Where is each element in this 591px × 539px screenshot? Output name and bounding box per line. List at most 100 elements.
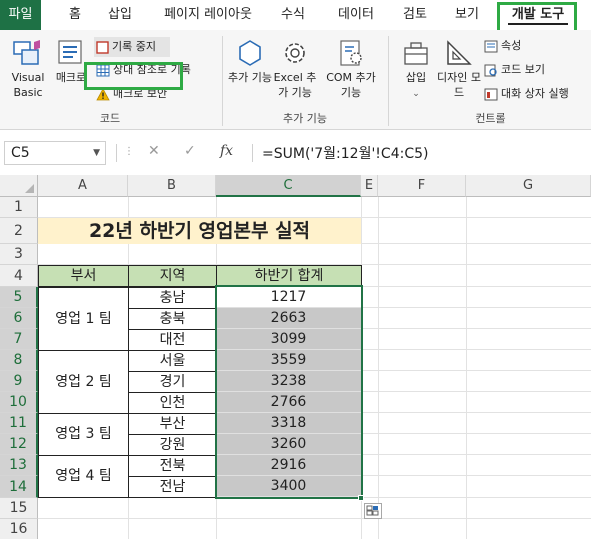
name-box[interactable]: C5 ▼ [4,141,106,165]
row-header[interactable]: 13 [0,455,38,476]
team-cell[interactable]: 영업 4 팀 [38,455,129,498]
view-code-button[interactable]: 코드 보기 [484,60,545,80]
column-header-g[interactable]: G [466,175,591,197]
total-cell[interactable]: 3559 [216,350,361,371]
tab-page-layout[interactable]: 페이지 레이아웃 [158,0,258,30]
excel-addins-button[interactable]: Excel 추가 기능 [270,38,320,100]
total-cell[interactable]: 3400 [216,476,361,497]
total-cell[interactable]: 2766 [216,392,361,413]
row-header[interactable]: 14 [0,476,38,498]
gridline [378,197,379,539]
total-cell[interactable]: 2916 [216,455,361,476]
cancel-icon[interactable]: ✕ [148,143,160,159]
insert-control-button[interactable]: 삽입 ⌄ [396,38,436,102]
header-region[interactable]: 지역 [128,265,217,287]
stop-recording-label: 기록 중지 [112,40,156,53]
row-header[interactable]: 10 [0,392,38,413]
total-cell[interactable]: 3260 [216,434,361,455]
column-header-c[interactable]: C [216,175,361,197]
row-header[interactable]: 7 [0,329,38,350]
view-code-label: 코드 보기 [501,63,545,76]
column-header-b[interactable]: B [128,175,216,197]
row-header[interactable]: 16 [0,519,38,539]
region-cell[interactable]: 충남 [128,287,217,309]
tab-formulas[interactable]: 수식 [276,0,310,30]
row-header[interactable]: 9 [0,371,38,392]
region-cell[interactable]: 충북 [128,308,217,330]
design-mode-label: 디자인 모드 [437,71,481,99]
tab-view[interactable]: 보기 [450,0,484,30]
region-cell[interactable]: 전북 [128,455,217,477]
group-separator [222,36,223,126]
row-header[interactable]: 11 [0,413,38,434]
excel-addins-label: Excel 추가 기능 [273,71,317,99]
row-header[interactable]: 8 [0,350,38,371]
stop-square-icon [96,40,109,54]
formula-separator [252,144,253,162]
visual-basic-icon [13,40,40,65]
team-cell[interactable]: 영업 1 팀 [38,287,129,351]
total-cell[interactable]: 3318 [216,413,361,434]
row-header[interactable]: 15 [0,498,38,519]
tab-data[interactable]: 데이터 [333,0,379,30]
chevron-down-icon: ⌄ [412,89,420,99]
total-cell[interactable]: 3099 [216,329,361,350]
tab-file[interactable]: 파일 [0,0,41,30]
controls-group-label: 컨트롤 [475,112,506,125]
formula-input[interactable]: =SUM('7월:12월'!C4:C5) [262,143,428,163]
properties-button[interactable]: 속성 [484,36,521,56]
run-dialog-label: 대화 상자 실행 [501,87,569,100]
hexagon-icon [239,40,261,66]
enter-check-icon[interactable]: ✓ [184,143,196,159]
active-cell-c5[interactable]: 1217 [216,287,361,308]
row-header[interactable]: 1 [0,197,38,218]
formula-bar: C5 ▼ ⋮ ✕ ✓ fx =SUM('7월:12월'!C4:C5) [0,138,591,168]
column-header-e[interactable]: E [361,175,378,197]
stop-recording-highlight [84,62,183,90]
quick-analysis-button[interactable] [364,503,382,519]
triangle-ruler-icon [447,40,472,65]
tab-home[interactable]: 홈 [60,0,90,30]
row-header[interactable]: 3 [0,244,38,265]
region-cell[interactable]: 부산 [128,413,217,435]
row-header[interactable]: 12 [0,434,38,455]
row-header[interactable]: 2 [0,218,38,244]
addins-button[interactable]: 추가 기능 [228,38,272,85]
region-cell[interactable]: 경기 [128,371,217,393]
visual-basic-button[interactable]: Visual Basic [6,38,50,100]
group-separator [388,36,389,126]
row-header[interactable]: 5 [0,287,38,308]
region-cell[interactable]: 서울 [128,350,217,372]
header-h2-total[interactable]: 하반기 합계 [216,265,362,287]
header-department[interactable]: 부서 [38,265,129,287]
tab-review[interactable]: 검토 [398,0,432,30]
team-cell[interactable]: 영업 2 팀 [38,350,129,414]
region-cell[interactable]: 대전 [128,329,217,351]
addins-group-label: 추가 기능 [283,112,327,125]
region-cell[interactable]: 강원 [128,434,217,456]
run-dialog-icon [484,88,498,100]
tab-insert[interactable]: 삽입 [103,0,137,30]
run-dialog-button[interactable]: 대화 상자 실행 [484,84,569,104]
total-cell[interactable]: 2663 [216,308,361,329]
row-header[interactable]: 4 [0,265,38,287]
design-mode-button[interactable]: 디자인 모드 [436,38,482,100]
name-box-dropdown-icon[interactable]: ▼ [93,142,100,164]
fill-handle[interactable] [358,495,364,501]
macros-icon [58,40,82,64]
gridline [38,518,591,519]
total-cell[interactable]: 3238 [216,371,361,392]
com-addins-button[interactable]: COM 추가 기능 [322,38,380,100]
stop-recording-button[interactable]: 기록 중지 [94,37,170,57]
row-header[interactable]: 6 [0,308,38,329]
team-cell[interactable]: 영업 3 팀 [38,413,129,456]
column-header-a[interactable]: A [38,175,128,197]
select-all-corner[interactable] [0,175,38,197]
region-cell[interactable]: 전남 [128,476,217,498]
region-cell[interactable]: 인천 [128,392,217,414]
grip-icon: ⋮ [124,146,134,157]
report-title[interactable]: 22년 하반기 영업본부 실적 [38,218,361,244]
insert-function-icon[interactable]: fx [220,143,233,159]
com-addins-label: COM 추가 기능 [326,71,376,99]
column-header-f[interactable]: F [378,175,466,197]
